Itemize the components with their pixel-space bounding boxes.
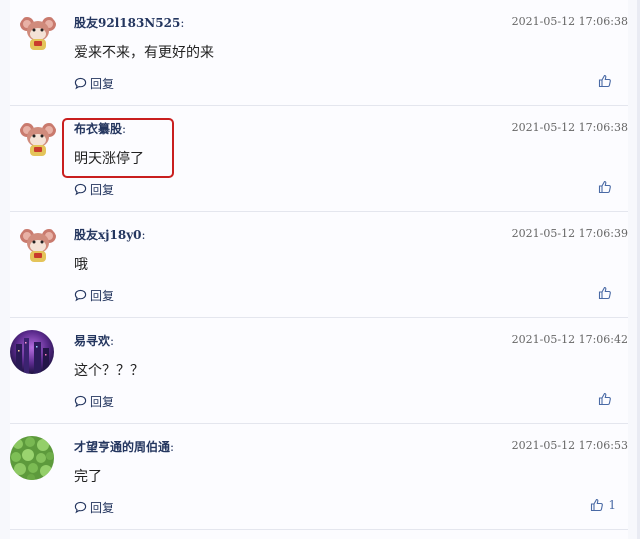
thumbs-up-icon xyxy=(591,498,604,512)
thumbs-up-icon xyxy=(598,180,611,194)
avatar[interactable] xyxy=(10,330,54,374)
like-button[interactable] xyxy=(598,392,616,406)
username[interactable]: 股友xj18y0: xyxy=(74,226,146,243)
timestamp: 2021-05-12 17:06:39 xyxy=(511,227,628,240)
reply-label: 回复 xyxy=(90,77,115,91)
reply-label: 回复 xyxy=(90,395,115,409)
avatar[interactable] xyxy=(18,118,58,158)
mouse-mascot-icon xyxy=(20,17,56,50)
reply-button[interactable]: 回复 xyxy=(74,75,114,92)
timestamp: 2021-05-12 17:06:38 xyxy=(511,121,628,134)
chat-bubble-icon xyxy=(74,395,87,408)
comment-item: 股友92l183N525: 2021-05-12 17:06:38 爱来不来，有… xyxy=(10,0,628,106)
comment-text: 完了 xyxy=(74,469,102,485)
reply-button[interactable]: 回复 xyxy=(74,393,114,410)
like-count: 1 xyxy=(608,498,616,512)
avatar[interactable] xyxy=(18,224,58,264)
reply-label: 回复 xyxy=(90,289,115,303)
reply-label: 回复 xyxy=(90,501,115,515)
like-button[interactable]: 1 xyxy=(590,498,616,512)
username[interactable]: 才望亨通的周伯通: xyxy=(74,438,174,455)
like-button[interactable] xyxy=(598,74,616,88)
username[interactable]: 股友92l183N525: xyxy=(74,14,184,31)
comment-item: 易寻欢: 2021-05-12 17:06:42 这个？？？ 回复 xyxy=(10,318,628,424)
like-button[interactable] xyxy=(598,180,616,194)
divider xyxy=(10,529,628,530)
reply-button[interactable]: 回复 xyxy=(74,499,114,516)
thumbs-up-icon xyxy=(598,74,611,88)
timestamp: 2021-05-12 17:06:53 xyxy=(511,439,628,452)
comment-item: 股友xj18y0: 2021-05-12 17:06:39 哦 回复 xyxy=(10,212,628,318)
username[interactable]: 易寻欢: xyxy=(74,332,114,349)
mouse-mascot-icon xyxy=(20,229,56,262)
comment-item: 才望亨通的周伯通: 2021-05-12 17:06:53 完了 回复 1 xyxy=(10,424,628,530)
reply-button[interactable]: 回复 xyxy=(74,181,114,198)
avatar[interactable] xyxy=(18,12,58,52)
like-button[interactable] xyxy=(598,286,616,300)
reply-button[interactable]: 回复 xyxy=(74,287,114,304)
chat-bubble-icon xyxy=(74,77,87,90)
thumbs-up-icon xyxy=(598,392,611,406)
chat-bubble-icon xyxy=(74,183,87,196)
green-clover-photo xyxy=(10,436,54,480)
comment-text: 爱来不来，有更好的来 xyxy=(74,45,214,61)
mouse-mascot-icon xyxy=(20,123,56,156)
timestamp: 2021-05-12 17:06:38 xyxy=(511,15,628,28)
comment-text: 这个？？？ xyxy=(74,363,144,379)
timestamp: 2021-05-12 17:06:42 xyxy=(511,333,628,346)
reply-label: 回复 xyxy=(90,183,115,197)
chat-bubble-icon xyxy=(74,501,87,514)
purple-city-photo xyxy=(10,330,54,374)
avatar[interactable] xyxy=(10,436,54,480)
chat-bubble-icon xyxy=(74,289,87,302)
comment-text: 哦 xyxy=(74,257,88,273)
red-highlight-box xyxy=(62,118,174,178)
thumbs-up-icon xyxy=(598,286,611,300)
